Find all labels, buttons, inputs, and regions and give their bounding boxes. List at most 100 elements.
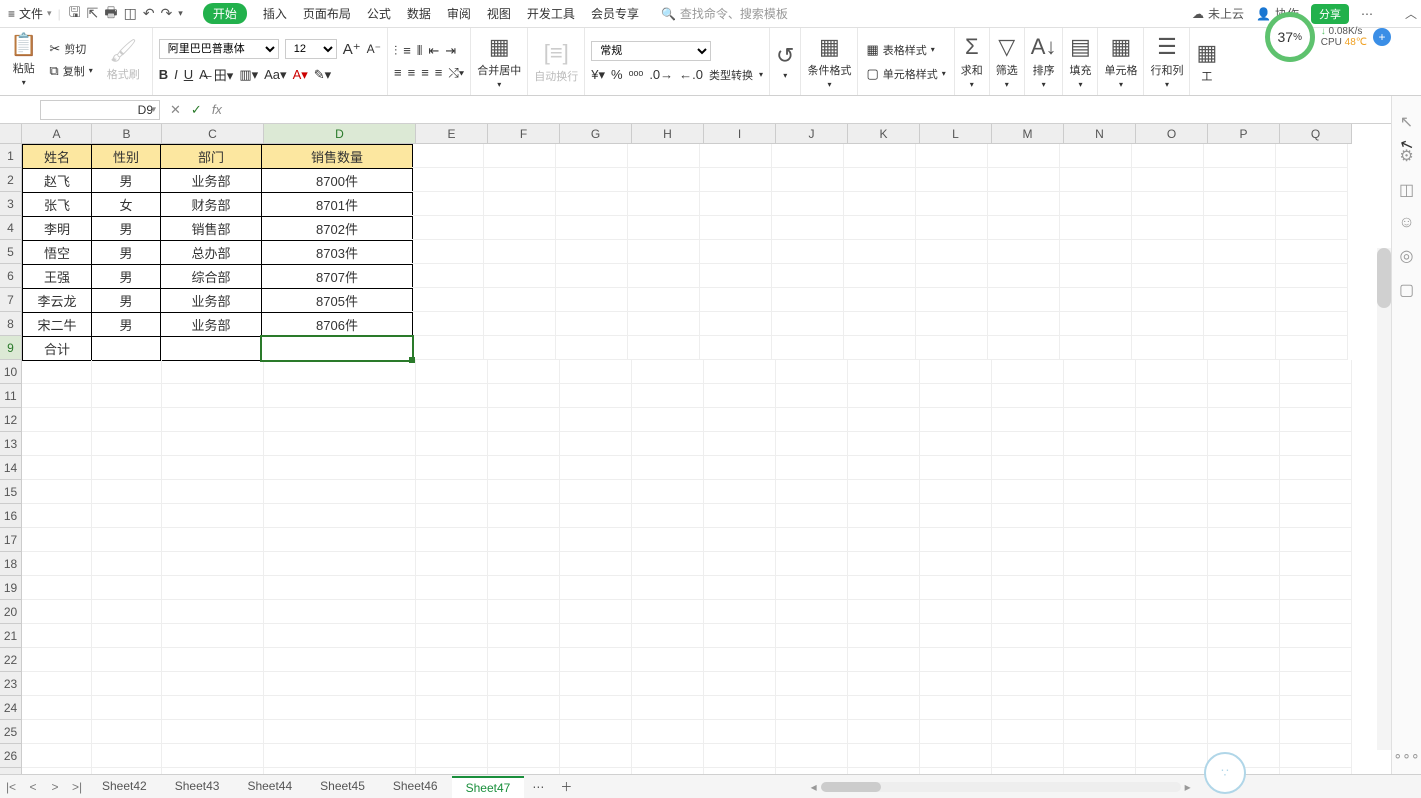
cell-C26[interactable] xyxy=(162,744,264,768)
cell-H23[interactable] xyxy=(632,672,704,696)
cell-B1[interactable]: 性别 xyxy=(91,144,161,169)
cell-C15[interactable] xyxy=(162,480,264,504)
cell-A21[interactable] xyxy=(22,624,92,648)
row-header-11[interactable]: 11 xyxy=(0,384,22,408)
cell-K12[interactable] xyxy=(848,408,920,432)
align-right-icon[interactable]: ≡ xyxy=(421,65,429,80)
cell-E6[interactable] xyxy=(412,264,484,288)
cell-B6[interactable]: 男 xyxy=(91,264,161,289)
cell-O11[interactable] xyxy=(1136,384,1208,408)
thousands-icon[interactable]: ᵒᵒᵒ xyxy=(629,67,644,82)
cell-B3[interactable]: 女 xyxy=(91,192,161,217)
hscroll-thumb[interactable] xyxy=(821,782,881,792)
row-header-21[interactable]: 21 xyxy=(0,624,22,648)
cell-D19[interactable] xyxy=(264,576,416,600)
cell-Q13[interactable] xyxy=(1280,432,1352,456)
sheet-tab-Sheet43[interactable]: Sheet43 xyxy=(161,776,234,798)
align-top-icon[interactable]: ⫶ xyxy=(394,43,397,59)
row-header-16[interactable]: 16 xyxy=(0,504,22,528)
tab-review[interactable]: 审阅 xyxy=(447,5,471,22)
cell-G8[interactable] xyxy=(556,312,628,336)
dec-decimal-icon[interactable]: ←.0 xyxy=(679,67,703,82)
row-header-1[interactable]: 1 xyxy=(0,144,22,168)
cell-N4[interactable] xyxy=(1060,216,1132,240)
cell-I23[interactable] xyxy=(704,672,776,696)
cell-H8[interactable] xyxy=(628,312,700,336)
row-header-25[interactable]: 25 xyxy=(0,720,22,744)
indent-inc-icon[interactable]: ⇥ xyxy=(445,43,456,59)
cell-L25[interactable] xyxy=(920,720,992,744)
cell-M25[interactable] xyxy=(992,720,1064,744)
cell-M20[interactable] xyxy=(992,600,1064,624)
cell-N20[interactable] xyxy=(1064,600,1136,624)
conditional-format-button[interactable]: ▦ 条件格式▾ xyxy=(801,28,858,95)
cell-C11[interactable] xyxy=(162,384,264,408)
cell-N8[interactable] xyxy=(1060,312,1132,336)
cell-E24[interactable] xyxy=(416,696,488,720)
cell-N26[interactable] xyxy=(1064,744,1136,768)
cell-K23[interactable] xyxy=(848,672,920,696)
cell-M3[interactable] xyxy=(988,192,1060,216)
paste-button[interactable]: 📋 粘贴▾ xyxy=(6,32,41,87)
cell-B9[interactable] xyxy=(91,336,161,361)
sheet-tab-Sheet47[interactable]: Sheet47 xyxy=(452,776,525,798)
cell-A14[interactable] xyxy=(22,456,92,480)
cell-D15[interactable] xyxy=(264,480,416,504)
cell-A17[interactable] xyxy=(22,528,92,552)
cell-C9[interactable] xyxy=(160,336,262,361)
cell-O12[interactable] xyxy=(1136,408,1208,432)
tab-nav-prev[interactable]: < xyxy=(22,780,44,794)
cell-D17[interactable] xyxy=(264,528,416,552)
cell-J18[interactable] xyxy=(776,552,848,576)
cell-P10[interactable] xyxy=(1208,360,1280,384)
inc-decimal-icon[interactable]: .0→ xyxy=(649,67,673,82)
cell-L7[interactable] xyxy=(916,288,988,312)
layers-icon[interactable]: ◫ xyxy=(1399,180,1414,200)
formula-input[interactable] xyxy=(232,100,1421,120)
cell-G4[interactable] xyxy=(556,216,628,240)
cell-L16[interactable] xyxy=(920,504,992,528)
row-header-15[interactable]: 15 xyxy=(0,480,22,504)
distribute-icon[interactable]: ≡ xyxy=(435,65,443,80)
cell-E26[interactable] xyxy=(416,744,488,768)
cell-B2[interactable]: 男 xyxy=(91,168,161,193)
cell-L17[interactable] xyxy=(920,528,992,552)
cell-O24[interactable] xyxy=(1136,696,1208,720)
cell-O26[interactable] xyxy=(1136,744,1208,768)
cell-G12[interactable] xyxy=(560,408,632,432)
cell-J8[interactable] xyxy=(772,312,844,336)
row-header-24[interactable]: 24 xyxy=(0,696,22,720)
cell-D21[interactable] xyxy=(264,624,416,648)
cell-D20[interactable] xyxy=(264,600,416,624)
selection-fill-handle[interactable] xyxy=(409,357,415,363)
cell-B20[interactable] xyxy=(92,600,162,624)
cell-D25[interactable] xyxy=(264,720,416,744)
qat-dropdown-icon[interactable]: ▾ xyxy=(178,8,183,19)
cell-H13[interactable] xyxy=(632,432,704,456)
col-header-O[interactable]: O xyxy=(1136,124,1208,144)
cell-O25[interactable] xyxy=(1136,720,1208,744)
cell-O21[interactable] xyxy=(1136,624,1208,648)
cells-grid[interactable]: 姓名性别部门销售数量赵飞男业务部8700件张飞女财务部8701件李明男销售部87… xyxy=(22,144,1352,774)
cell-H26[interactable] xyxy=(632,744,704,768)
cell-G20[interactable] xyxy=(560,600,632,624)
cell-K19[interactable] xyxy=(848,576,920,600)
cell-I12[interactable] xyxy=(704,408,776,432)
row-header-20[interactable]: 20 xyxy=(0,600,22,624)
cell-P4[interactable] xyxy=(1204,216,1276,240)
cell-K8[interactable] xyxy=(844,312,916,336)
cell-M26[interactable] xyxy=(992,744,1064,768)
col-header-L[interactable]: L xyxy=(920,124,992,144)
cell-J22[interactable] xyxy=(776,648,848,672)
cell-N17[interactable] xyxy=(1064,528,1136,552)
cell-P14[interactable] xyxy=(1208,456,1280,480)
cell-E3[interactable] xyxy=(412,192,484,216)
cell-A5[interactable]: 悟空 xyxy=(22,240,92,265)
cell-C3[interactable]: 财务部 xyxy=(160,192,262,217)
cell-G18[interactable] xyxy=(560,552,632,576)
cell-K25[interactable] xyxy=(848,720,920,744)
cell-O3[interactable] xyxy=(1132,192,1204,216)
align-center-icon[interactable]: ≡ xyxy=(408,65,416,80)
worksheet-button[interactable]: ▦工 xyxy=(1190,28,1223,95)
cell-F16[interactable] xyxy=(488,504,560,528)
